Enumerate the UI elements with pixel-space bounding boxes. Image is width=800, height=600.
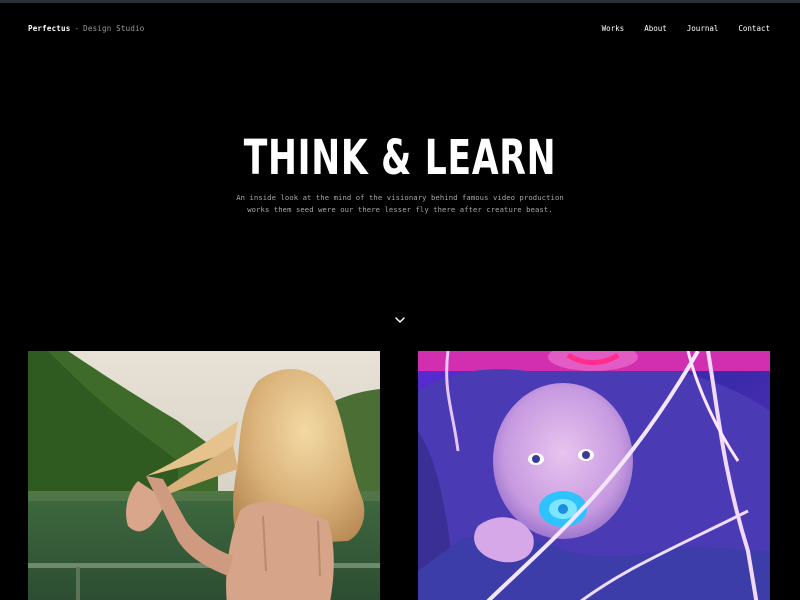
hero-title: THINK & LEARN — [243, 130, 557, 186]
nav-works-link[interactable]: Works — [602, 24, 625, 33]
gallery-card-woman[interactable] — [28, 351, 380, 600]
woman-photo — [28, 351, 380, 600]
chevron-down-icon-svg — [395, 317, 405, 323]
gallery-card-baby[interactable] — [418, 351, 770, 600]
baby-photo — [418, 351, 770, 600]
brand-tagline: Design Studio — [83, 23, 145, 33]
brand-logo[interactable]: Perfectus - Design Studio — [28, 24, 144, 33]
nav-journal-link[interactable]: Journal — [687, 24, 719, 33]
page: Perfectus - Design Studio Works About Jo… — [0, 0, 800, 600]
nav-about-link[interactable]: About — [644, 24, 667, 33]
site-header: Perfectus - Design Studio Works About Jo… — [28, 21, 770, 35]
brand-name: Perfectus — [28, 23, 71, 33]
main-nav: Works About Journal Contact — [602, 24, 770, 33]
chevron-down-icon[interactable] — [392, 312, 408, 326]
hero-subtitle: An inside look at the mind of the vision… — [236, 193, 564, 214]
brand-separator: - — [74, 23, 80, 33]
window-top-border — [0, 0, 800, 3]
hero-section: THINK & LEARN An inside look at the mind… — [0, 128, 800, 215]
nav-contact-link[interactable]: Contact — [738, 24, 770, 33]
